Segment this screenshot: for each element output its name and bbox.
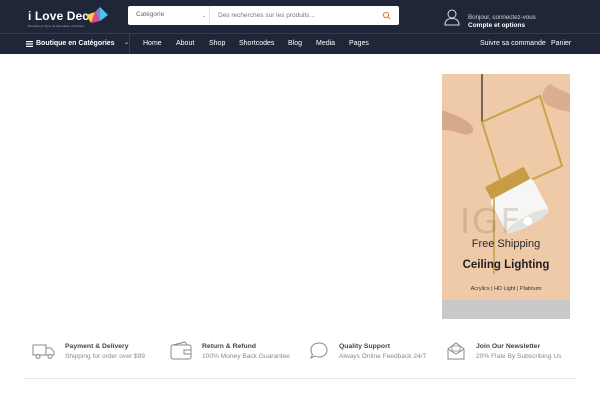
feature-title: Return & Refund <box>202 343 256 350</box>
feature-subtitle: 100% Money Back Guarantee <box>202 353 290 360</box>
nav-shop[interactable]: Shop <box>209 40 225 47</box>
search-icon[interactable] <box>380 9 394 22</box>
feature-title: Quality Support <box>339 343 390 350</box>
banner-title: Free Shipping <box>471 238 541 250</box>
category-select-label: Catégorie <box>136 11 165 18</box>
menu-icon <box>26 41 33 47</box>
nav-pages[interactable]: Pages <box>349 40 369 47</box>
feature-payment-delivery: Payment & Delivery Shipping for order ov… <box>32 341 172 363</box>
feature-newsletter[interactable]: Join Our Newsletter 20% Flate By Subscri… <box>446 341 586 363</box>
categories-menu-label: Boutique en Catégories <box>36 40 115 47</box>
categories-menu-button[interactable]: Boutique en Catégories ⌄ <box>26 34 130 54</box>
account-menu[interactable]: Bonjour, connectez-vous Compte et option… <box>443 8 583 32</box>
section-divider <box>24 378 576 379</box>
track-order-link[interactable]: Suivre sa commande <box>480 40 546 47</box>
feature-subtitle: Always Online Feedback 24/7 <box>339 353 427 360</box>
chat-bubble-icon <box>310 342 328 360</box>
feature-title: Join Our Newsletter <box>476 343 541 350</box>
account-options-link[interactable]: Compte et options <box>468 22 525 29</box>
chevron-down-icon: ⌄ <box>202 13 207 19</box>
banner-footer-strip <box>442 300 570 319</box>
logo-tagline: Boutique en ligne de décoration d'intéri… <box>28 24 85 28</box>
truck-icon <box>32 344 55 359</box>
nav-home[interactable]: Home <box>143 40 162 47</box>
banner-watermark: IGF <box>460 202 522 242</box>
search-input[interactable] <box>216 9 376 22</box>
category-select[interactable]: Catégorie ⌄ <box>128 6 210 25</box>
feature-quality-support: Quality Support Always Online Feedback 2… <box>309 341 449 363</box>
feature-return-refund: Return & Refund 100% Money Back Guarante… <box>170 341 310 363</box>
nav-about[interactable]: About <box>176 40 194 47</box>
user-icon <box>444 9 460 26</box>
lamp-photo <box>442 74 570 319</box>
search-bar: Catégorie ⌄ <box>128 6 399 25</box>
promo-banner[interactable]: IGF Free Shipping Ceiling Lighting Acryl… <box>442 74 570 319</box>
envelope-icon <box>447 342 465 360</box>
nav-shortcodes[interactable]: Shortcodes <box>239 40 274 47</box>
banner-tags: Acrylics | HD Light | Platinum <box>470 286 542 292</box>
chevron-down-icon: ⌄ <box>124 40 130 46</box>
feature-title: Payment & Delivery <box>65 343 129 350</box>
cart-link[interactable]: Panier <box>551 40 571 47</box>
banner-subtitle: Ceiling Lighting <box>462 259 550 271</box>
nav-media[interactable]: Media <box>316 40 335 47</box>
account-greeting: Bonjour, connectez-vous <box>468 14 536 21</box>
feature-subtitle: 20% Flate By Subscribing Us <box>476 353 562 360</box>
wallet-icon <box>170 341 192 360</box>
site-header: i Love Deco Boutique en ligne de décorat… <box>0 0 600 54</box>
site-logo[interactable]: i Love Deco Boutique en ligne de décorat… <box>28 7 110 32</box>
feature-subtitle: Shipping for order over $99 <box>65 353 145 360</box>
logo-triangles-icon <box>86 7 108 23</box>
nav-blog[interactable]: Blog <box>288 40 302 47</box>
